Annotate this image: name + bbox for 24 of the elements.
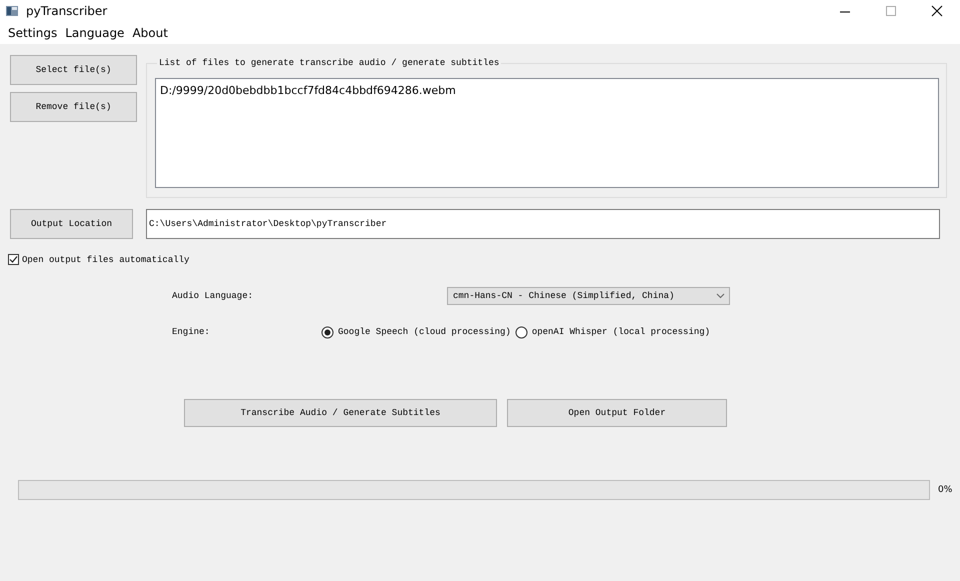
checkbox[interactable]: [8, 254, 19, 265]
radio-button[interactable]: [321, 326, 334, 338]
window-title: pyTranscriber: [26, 4, 108, 18]
engine-label: Engine:: [172, 327, 211, 337]
menu-item[interactable]: About: [128, 26, 172, 40]
transcribe-button[interactable]: Transcribe Audio / Generate Subtitles: [184, 399, 497, 427]
language-dropdown[interactable]: cmn-Hans-CN - Chinese (Simplified, China): [447, 287, 730, 305]
app-icon: [6, 6, 18, 16]
audio-language-label: Audio Language:: [172, 291, 254, 301]
output-location-button[interactable]: Output Location: [10, 209, 133, 239]
progress-reading: 0%: [938, 485, 952, 495]
menu-item[interactable]: Language: [61, 26, 128, 40]
file-button[interactable]: Remove file(s): [10, 92, 137, 122]
group-title: List of files to generate transcribe audio / generate subtitles: [158, 58, 500, 68]
file-button[interactable]: Select file(s): [10, 55, 137, 85]
file-item[interactable]: D:/9999/20d0bebdbb1bccf7fd84c4bbdf694286.webm: [160, 84, 934, 97]
output-path-field[interactable]: C:\Users\Administrator\Desktop\pyTranscriber: [146, 209, 940, 239]
menu-item[interactable]: Settings: [4, 26, 62, 40]
radio-button[interactable]: [514, 326, 528, 338]
chevron-down-icon: [716, 293, 725, 299]
open-folder-button[interactable]: Open Output Folder: [507, 399, 727, 427]
radio-label: Google Speech (cloud processing): [338, 327, 511, 337]
checkbox-label: Open output files automatically: [22, 254, 190, 264]
radio-label: openAI Whisper (local processing): [532, 327, 710, 337]
